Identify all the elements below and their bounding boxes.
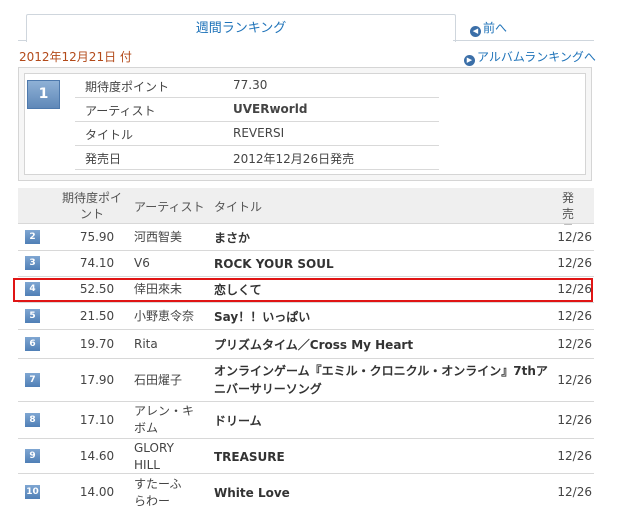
header-points: 期待度ポイント <box>61 191 122 221</box>
artist-cell[interactable]: 石田燿子 <box>134 372 212 389</box>
top-release-label: 発売日 <box>85 152 122 166</box>
release-cell: 12/26 <box>557 485 592 499</box>
release-cell: 12/26 <box>557 230 592 244</box>
top-artist-row: アーティスト UVERworld <box>75 98 439 122</box>
artist-cell[interactable]: 河西智美 <box>134 229 212 246</box>
table-row: 6 19.70 Rita プリズムタイム／Cross My Heart 12/2… <box>18 330 594 359</box>
release-cell: 12/26 <box>557 449 592 463</box>
release-cell: 12/26 <box>557 309 592 323</box>
table-row: 5 21.50 小野恵令奈 Say！！いっぱい 12/26 <box>18 303 594 330</box>
album-ranking-label: アルバムランキングへ <box>477 50 596 64</box>
rank-badge: 3 <box>25 256 40 270</box>
top-title-row: タイトル REVERSI <box>75 122 439 146</box>
artist-cell[interactable]: Rita <box>134 336 212 353</box>
title-cell[interactable]: ドリーム <box>214 412 559 430</box>
release-cell: 12/26 <box>557 337 592 351</box>
points-cell: 14.60 <box>79 449 115 463</box>
title-cell[interactable]: まさか <box>214 229 559 247</box>
title-cell[interactable]: White Love <box>214 484 559 502</box>
artist-cell[interactable]: アレン・キボム <box>134 403 194 437</box>
rank-badge: 6 <box>25 337 40 351</box>
table-row: 3 74.10 V6 ROCK YOUR SOUL 12/26 <box>18 251 594 277</box>
points-cell: 17.90 <box>79 373 115 387</box>
rank-badge: 9 <box>25 449 40 463</box>
artist-cell[interactable]: GLORY HILL <box>134 440 194 474</box>
points-cell: 75.90 <box>79 230 115 244</box>
prev-label: 前へ <box>483 21 508 35</box>
arrow-left-icon: ◀ <box>470 26 481 37</box>
title-cell[interactable]: Say！！いっぱい <box>214 308 559 326</box>
artist-cell[interactable]: V6 <box>134 255 212 272</box>
release-cell: 12/26 <box>557 373 592 387</box>
top-points-value: 77.30 <box>233 78 268 92</box>
tab-weekly-ranking[interactable]: 週間ランキング <box>26 14 456 42</box>
rank-badge: 8 <box>25 413 40 427</box>
header-artist: アーティスト <box>134 200 205 214</box>
artist-cell[interactable]: 小野恵令奈 <box>134 308 212 325</box>
top-release-row: 発売日 2012年12月26日発売 <box>75 146 439 170</box>
table-row: 8 17.10 アレン・キボム ドリーム 12/26 <box>18 402 594 439</box>
top-title-value[interactable]: REVERSI <box>233 126 284 140</box>
table-row: 2 75.90 河西智美 まさか 12/26 <box>18 225 594 251</box>
points-cell: 74.10 <box>79 256 115 270</box>
release-cell: 12/26 <box>557 413 592 427</box>
rank-badge: 7 <box>25 373 40 387</box>
title-cell[interactable]: オンラインゲーム『エミル・クロニクル・オンライン』7thアニバーサリーソング <box>214 362 559 398</box>
top-artist-label: アーティスト <box>85 104 156 118</box>
top-title-label: タイトル <box>85 128 134 142</box>
top-points-row: 期待度ポイント 77.30 <box>75 74 439 98</box>
table-row: 7 17.90 石田燿子 オンラインゲーム『エミル・クロニクル・オンライン』7t… <box>18 359 594 402</box>
arrow-right-icon: ▶ <box>464 55 475 66</box>
table-row: 9 14.60 GLORY HILL TREASURE 12/26 <box>18 439 594 474</box>
top-release-value: 2012年12月26日発売 <box>233 152 355 166</box>
rank-badge: 2 <box>25 230 40 244</box>
top-artist-value[interactable]: UVERworld <box>233 102 307 116</box>
points-cell: 19.70 <box>79 337 115 351</box>
rank-badge-1: 1 <box>27 80 60 109</box>
top-points-label: 期待度ポイント <box>85 80 170 94</box>
album-ranking-link[interactable]: ▶ アルバムランキングへ <box>464 48 596 66</box>
table-row: 10 14.00 すたーふらわー White Love 12/26 <box>18 474 594 508</box>
points-cell: 21.50 <box>79 309 115 323</box>
ranking-table-header: 期待度ポイント アーティスト タイトル 発売日 <box>18 188 594 237</box>
rank-badge: 10 <box>25 485 40 499</box>
title-cell[interactable]: プリズムタイム／Cross My Heart <box>214 336 559 354</box>
artist-cell[interactable]: すたーふらわー <box>134 476 190 510</box>
prev-link[interactable]: ◀ 前へ <box>470 19 507 37</box>
top-rank-inner: 1 期待度ポイント 77.30 アーティスト UVERworld タイトル RE… <box>24 73 586 175</box>
top-rank-box: 1 期待度ポイント 77.30 アーティスト UVERworld タイトル RE… <box>18 67 592 181</box>
header-title: タイトル <box>214 200 263 214</box>
title-cell[interactable]: ROCK YOUR SOUL <box>214 255 559 273</box>
points-cell: 14.00 <box>79 485 115 499</box>
release-cell: 12/26 <box>557 256 592 270</box>
points-cell: 17.10 <box>79 413 115 427</box>
ranking-date: 2012年12月21日 付 <box>19 50 132 64</box>
rank-badge: 5 <box>25 309 40 323</box>
highlight-box <box>13 278 593 302</box>
tab-bar: 週間ランキング ◀ 前へ <box>0 0 637 42</box>
title-cell[interactable]: TREASURE <box>214 448 559 466</box>
